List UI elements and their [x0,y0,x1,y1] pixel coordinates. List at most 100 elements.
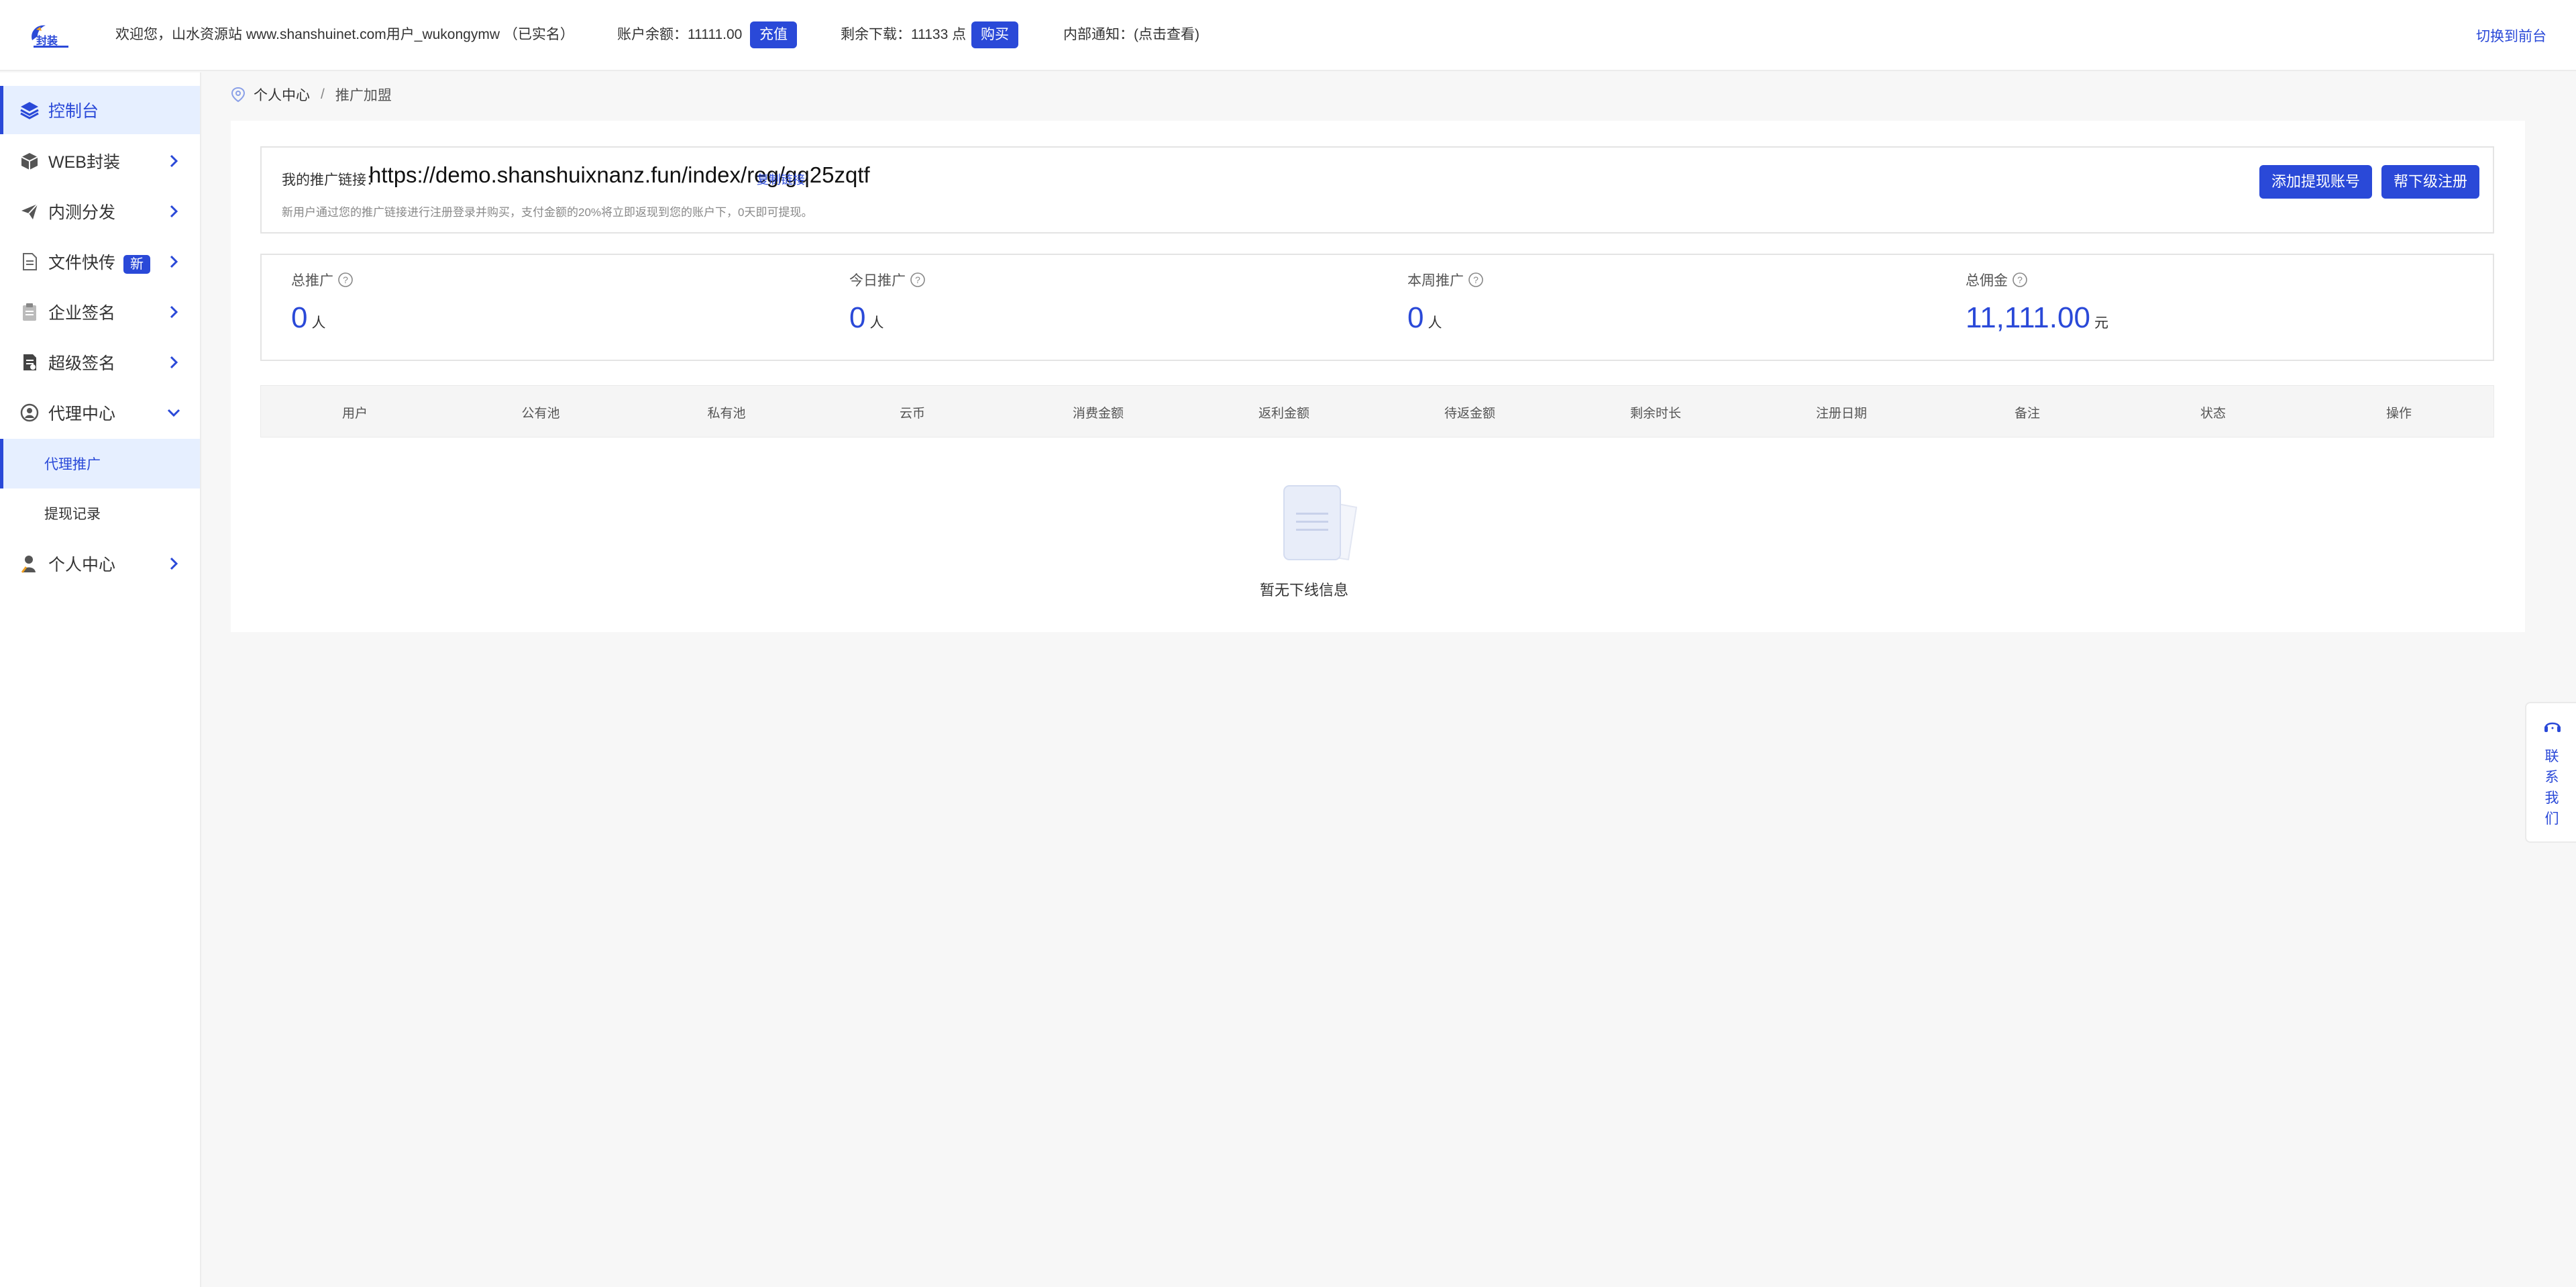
column-header: 返利金额 [1258,407,1310,421]
agent-icon [19,402,40,423]
svg-text:?: ? [2017,274,2023,285]
layers-icon [19,99,40,121]
sidebar-item-label: 文件快传新 [48,250,151,274]
sidebar-item-label: 代理中心 [48,405,116,423]
stat-value: 0 [849,301,866,334]
sidebar-item-super-sign[interactable]: 超级签名 [0,338,200,387]
column-header: 用户 [341,407,368,421]
column-header: 消费金额 [1072,407,1124,421]
promo-link-label: 我的推广链接： [282,172,380,188]
sidebar-item-label: 超级签名 [48,354,116,373]
sidebar-item-label: 个人中心 [48,556,116,574]
stats-box: 总推广 ? 0人 今日推广 ? 0人 本周推广 ? 0人 总佣金 ? 11,11… [260,254,2494,361]
chevron-right-icon [170,205,178,218]
breadcrumb-root[interactable]: 个人中心 [254,85,310,105]
file-icon [19,251,40,272]
stat-total-commission: 总佣金 ? 11,111.00 元 [1966,270,2108,341]
main-panel: 我的推广链接： https://demo.shanshuixnanz.fun/i… [231,121,2525,632]
sidebar-subitem-label: 代理推广 [44,457,101,472]
contact-us-label: 联 系 我 们 [2544,749,2559,827]
stat-title: 今日推广 [849,273,906,289]
svg-text:?: ? [343,274,348,285]
sidebar-item-label: WEB封装 [48,153,120,172]
welcome-text: 欢迎您，山水资源站 www.shanshuinet.com用户_wukongym… [115,27,574,42]
stat-value: 0 [291,301,308,334]
stat-unit: 人 [869,315,884,331]
headset-icon [2544,722,2561,732]
stat-title: 总推广 [291,273,333,289]
buy-button[interactable]: 购买 [971,21,1018,48]
stat-unit: 人 [311,315,326,331]
svg-text:?: ? [1473,274,1479,285]
box-icon [19,150,40,172]
sidebar-subitem-label: 提现记录 [44,507,101,522]
column-header: 私有池 [707,407,746,421]
balance-text: 账户余额：11111.00 [617,27,743,42]
sidebar-item-label: 控制台 [48,102,99,121]
promo-description: 新用户通过您的推广链接进行注册登录并购买，支付金额的20%将立即返现到您的账户下… [282,206,813,219]
stat-title: 总佣金 [1966,273,2008,289]
chevron-down-icon [167,409,180,417]
empty-state: 暂无下线信息 [1244,480,1364,599]
column-header: 状态 [2200,407,2226,421]
stat-value: 0 [1407,301,1424,334]
column-header: 操作 [2385,407,2412,421]
help-icon[interactable]: ? [2012,272,2028,288]
switch-front-link[interactable]: 切换到前台 [2476,25,2546,46]
document-icon [19,352,40,373]
stat-unit: 元 [2094,315,2108,331]
notice-link[interactable]: 内部通知：(点击查看) [1063,25,1199,44]
column-header: 备注 [2014,407,2041,421]
stat-week-promo: 本周推广 ? 0人 [1407,270,1484,341]
add-withdraw-account-button[interactable]: 添加提现账号 [2259,165,2373,199]
sidebar-item-beta-distribution[interactable]: 内测分发 [0,187,200,236]
empty-document-icon [1283,485,1358,561]
help-icon[interactable]: ? [1468,272,1484,288]
sidebar-item-agent-center[interactable]: 代理中心 [0,389,200,437]
breadcrumb-separator: / [321,87,325,102]
user-icon [19,553,40,574]
logo: 封装 [32,25,68,48]
sidebar-subitem-agent-promo[interactable]: 代理推广 [0,439,200,488]
stat-title: 本周推广 [1407,273,1464,289]
help-register-button[interactable]: 帮下级注册 [2381,165,2480,199]
column-header: 公有池 [521,407,560,421]
help-icon[interactable]: ? [337,272,354,288]
stat-today-promo: 今日推广 ? 0人 [849,270,926,341]
sidebar-subitem-withdraw-records[interactable]: 提现记录 [0,488,200,538]
empty-message: 暂无下线信息 [1259,582,1348,599]
sidebar-item-label: 企业签名 [48,304,116,323]
help-icon[interactable]: ? [910,272,926,288]
location-pin-icon [231,87,246,103]
sidebar-item-dashboard[interactable]: 控制台 [0,86,200,134]
column-header: 注册日期 [1815,407,1868,421]
new-badge: 新 [123,255,151,274]
sidebar: 控制台 WEB封装 内测分发 文件快传新 企业签名 超级签名 代理中心 代理推广… [0,72,201,1287]
svg-text:封装: 封装 [36,34,58,47]
table-header: 用户 公有池 私有池 云币 消费金额 返利金额 待返金额 剩余时长 注册日期 备… [260,385,2494,437]
breadcrumb: 个人中心 / 推广加盟 [231,85,392,105]
sidebar-item-personal-center[interactable]: 个人中心 [0,539,200,588]
promo-link-box: 我的推广链接： https://demo.shanshuixnanz.fun/i… [260,146,2494,234]
sidebar-item-label: 内测分发 [48,203,116,222]
sidebar-item-web-wrap[interactable]: WEB封装 [0,137,200,185]
chevron-right-icon [170,557,178,570]
sidebar-item-enterprise-sign[interactable]: 企业签名 [0,288,200,336]
stat-total-promo: 总推广 ? 0人 [291,270,354,341]
column-header: 剩余时长 [1629,407,1682,421]
chevron-right-icon [170,356,178,369]
clipboard-icon [19,301,40,323]
contact-us-widget[interactable]: 联 系 我 们 [2525,702,2576,843]
send-icon [19,201,40,222]
copy-link-button[interactable]: 复制链接 [757,170,805,188]
recharge-button[interactable]: 充值 [750,21,797,48]
breadcrumb-current: 推广加盟 [335,88,392,103]
chevron-right-icon [170,255,178,268]
sidebar-item-file-transfer[interactable]: 文件快传新 [0,238,200,286]
column-header: 待返金额 [1444,407,1496,421]
column-header: 云币 [899,407,926,421]
stat-unit: 人 [1428,315,1442,331]
stat-value: 11,111.00 [1966,301,2090,334]
top-header: 封装 欢迎您，山水资源站 www.shanshuinet.com用户_wukon… [0,0,2576,71]
chevron-right-icon [170,154,178,168]
